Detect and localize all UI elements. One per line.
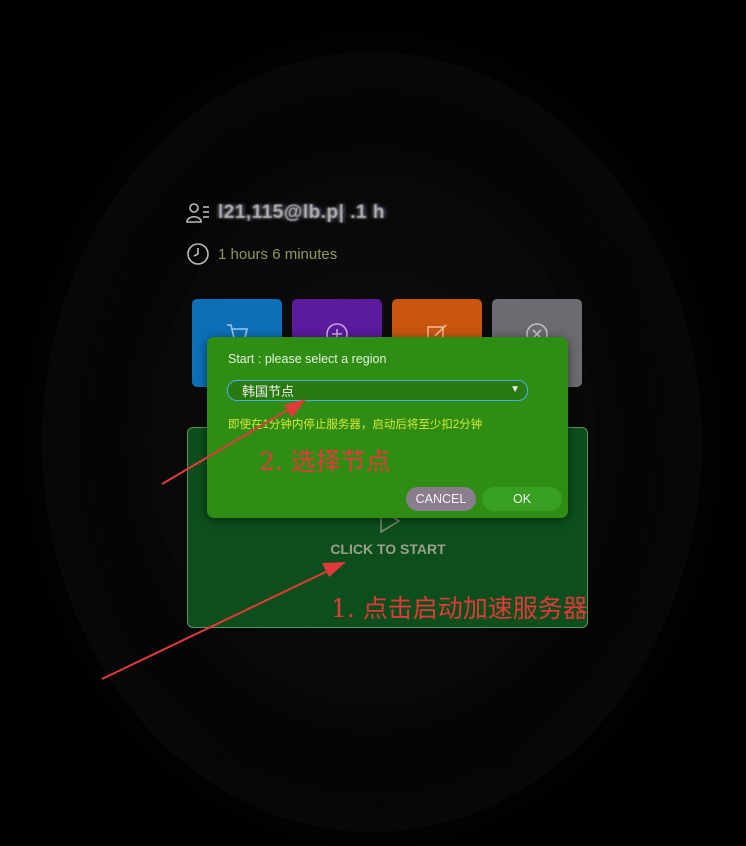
app-background: l21,115@lb.p| .1 h 1 hours 6 minutes CLI… [0,0,746,846]
dropdown-arrow-icon: ▼ [510,384,520,395]
usage-time: 1 hours 6 minutes [218,245,338,263]
cancel-button[interactable]: CANCEL [406,487,476,511]
click-to-start-label[interactable]: CLICK TO START [300,541,476,557]
user-icon [186,203,209,223]
ok-button[interactable]: OK [482,487,562,511]
annotation-step1: 1. 点击启动加速服务器 [331,594,588,623]
billing-note: 即使在1分钟内停止服务器，启动后将至少扣2分钟 [228,419,483,431]
region-dropdown[interactable]: 韩国节点 ▼ [227,380,528,401]
region-dropdown-value: 韩国节点 [242,384,295,399]
annotation-step2: 2. 选择节点 [259,447,391,476]
clock-icon [187,243,209,265]
usage-time-row: 1 hours 6 minutes [186,242,337,266]
username: l21,115@lb.p| .1 h [218,202,385,223]
user-info-row: l21,115@lb.p| .1 h [186,201,385,225]
region-select-dialog: Start : please select a region 韩国节点 ▼ 即使… [207,337,568,518]
dialog-title: Start : please select a region [228,352,387,366]
